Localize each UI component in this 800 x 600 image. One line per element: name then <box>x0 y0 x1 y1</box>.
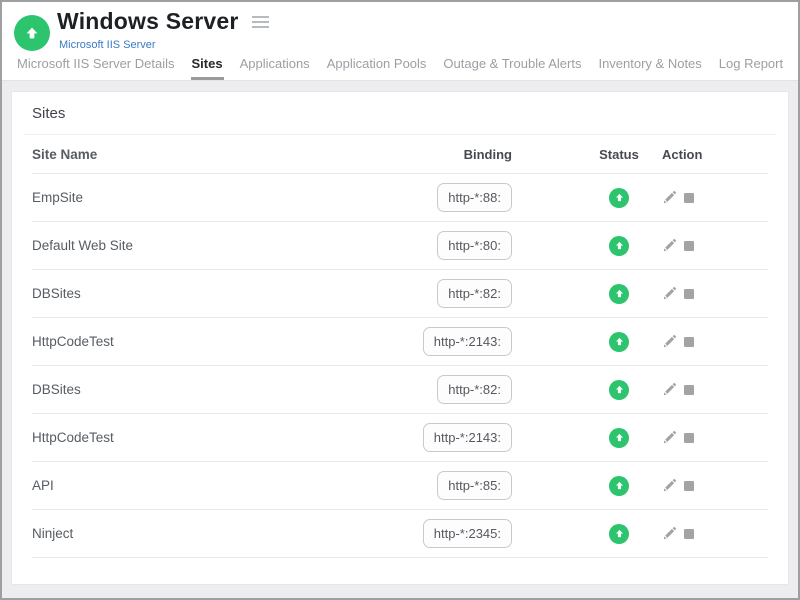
pencil-icon <box>662 526 677 541</box>
app-window: Windows Server Microsoft IIS Server Micr… <box>0 0 800 600</box>
edit-button[interactable] <box>662 334 677 349</box>
site-name: API <box>32 478 352 493</box>
pencil-icon <box>662 286 677 301</box>
stop-button[interactable] <box>684 433 694 443</box>
table-row: HttpCodeTest http-*:2143: <box>32 318 768 366</box>
pencil-icon <box>662 334 677 349</box>
site-name: Ninject <box>32 526 352 541</box>
tab-sites[interactable]: Sites <box>191 56 224 80</box>
binding-badge: http-*:82: <box>437 375 512 404</box>
column-header-binding: Binding <box>352 147 512 162</box>
stop-square-icon <box>684 193 694 203</box>
stop-square-icon <box>684 385 694 395</box>
table-header-row: Site Name Binding Status Action <box>32 135 768 174</box>
stop-button[interactable] <box>684 529 694 539</box>
column-header-site-name: Site Name <box>32 147 352 162</box>
table-row: Default Web Site http-*:80: <box>32 222 768 270</box>
up-arrow-icon <box>23 24 41 42</box>
table-row: DBSites http-*:82: <box>32 366 768 414</box>
status-up-icon <box>609 380 629 400</box>
status-up-icon <box>609 428 629 448</box>
tab-inventory-notes[interactable]: Inventory & Notes <box>597 56 702 80</box>
site-name: DBSites <box>32 286 352 301</box>
edit-button[interactable] <box>662 478 677 493</box>
tab-bar: Microsoft IIS Server Details Sites Applica… <box>16 56 784 80</box>
edit-button[interactable] <box>662 286 677 301</box>
stop-square-icon <box>684 241 694 251</box>
column-header-action: Action <box>654 147 768 162</box>
stop-button[interactable] <box>684 241 694 251</box>
site-name: HttpCodeTest <box>32 430 352 445</box>
binding-badge: http-*:2143: <box>423 423 512 452</box>
site-name: HttpCodeTest <box>32 334 352 349</box>
status-up-icon <box>609 524 629 544</box>
status-up-icon <box>609 476 629 496</box>
page-body: Sites Site Name Binding Status Action Em… <box>2 81 798 585</box>
status-up-icon <box>609 332 629 352</box>
stop-square-icon <box>684 433 694 443</box>
stop-button[interactable] <box>684 481 694 491</box>
table-body: EmpSite http-*:88: Defau <box>12 174 788 558</box>
binding-badge: http-*:80: <box>437 231 512 260</box>
binding-badge: http-*:88: <box>437 183 512 212</box>
stop-button[interactable] <box>684 385 694 395</box>
site-name: DBSites <box>32 382 352 397</box>
column-header-status: Status <box>584 147 654 162</box>
card-title: Sites <box>32 105 65 122</box>
monitor-status-avatar <box>14 15 50 51</box>
status-up-icon <box>609 236 629 256</box>
monitor-type-link[interactable]: Microsoft IIS Server <box>59 39 156 51</box>
tab-microsoft-iis-server-details[interactable]: Microsoft IIS Server Details <box>16 56 176 80</box>
table-row: EmpSite http-*:88: <box>32 174 768 222</box>
pencil-icon <box>662 430 677 445</box>
table-row: Ninject http-*:2345: <box>32 510 768 558</box>
stop-square-icon <box>684 481 694 491</box>
binding-badge: http-*:2345: <box>423 519 512 548</box>
edit-button[interactable] <box>662 190 677 205</box>
stop-button[interactable] <box>684 337 694 347</box>
table-row: API http-*:85: <box>32 462 768 510</box>
stop-square-icon <box>684 289 694 299</box>
tab-application-pools[interactable]: Application Pools <box>326 56 428 80</box>
stop-square-icon <box>684 337 694 347</box>
stop-button[interactable] <box>684 289 694 299</box>
pencil-icon <box>662 382 677 397</box>
pencil-icon <box>662 190 677 205</box>
tab-outage-trouble-alerts[interactable]: Outage & Trouble Alerts <box>442 56 582 80</box>
monitor-header: Windows Server Microsoft IIS Server Micr… <box>2 2 798 81</box>
hamburger-menu-icon[interactable] <box>250 14 271 30</box>
binding-badge: http-*:82: <box>437 279 512 308</box>
tab-applications[interactable]: Applications <box>239 56 311 80</box>
status-up-icon <box>609 188 629 208</box>
pencil-icon <box>662 478 677 493</box>
page-title: Windows Server <box>57 8 239 35</box>
tab-log-report[interactable]: Log Report <box>718 56 784 80</box>
table-row: DBSites http-*:82: <box>32 270 768 318</box>
site-name: EmpSite <box>32 190 352 205</box>
table-row: HttpCodeTest http-*:2143: <box>32 414 768 462</box>
edit-button[interactable] <box>662 430 677 445</box>
stop-square-icon <box>684 529 694 539</box>
edit-button[interactable] <box>662 238 677 253</box>
status-up-icon <box>609 284 629 304</box>
edit-button[interactable] <box>662 382 677 397</box>
edit-button[interactable] <box>662 526 677 541</box>
binding-badge: http-*:2143: <box>423 327 512 356</box>
pencil-icon <box>662 238 677 253</box>
site-name: Default Web Site <box>32 238 352 253</box>
sites-card: Sites Site Name Binding Status Action Em… <box>11 91 789 585</box>
stop-button[interactable] <box>684 193 694 203</box>
binding-badge: http-*:85: <box>437 471 512 500</box>
